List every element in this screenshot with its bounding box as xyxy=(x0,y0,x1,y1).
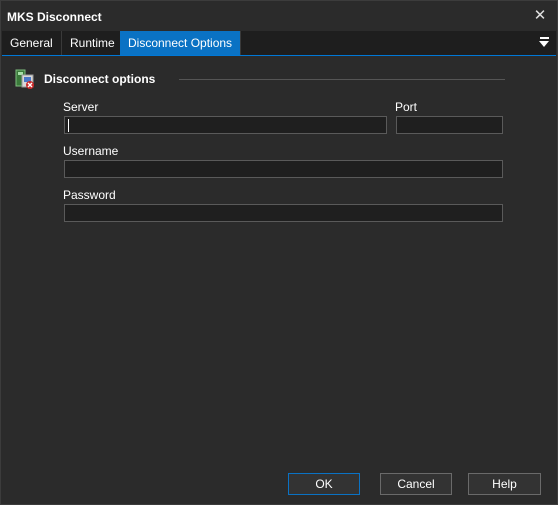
tab-bar: General Runtime Disconnect Options xyxy=(2,31,556,56)
network-disconnect-icon xyxy=(15,69,34,89)
tab-general[interactable]: General xyxy=(2,31,62,55)
ok-button[interactable]: OK xyxy=(288,473,360,495)
password-label: Password xyxy=(63,188,116,202)
server-input[interactable] xyxy=(64,116,387,134)
window-title: MKS Disconnect xyxy=(7,10,102,24)
tab-disconnect-options[interactable]: Disconnect Options xyxy=(120,31,242,55)
help-button[interactable]: Help xyxy=(468,473,541,495)
close-icon[interactable]: ✕ xyxy=(529,6,551,26)
password-input[interactable] xyxy=(64,204,503,222)
dialog-window: MKS Disconnect ✕ General Runtime Disconn… xyxy=(0,0,558,505)
username-input[interactable] xyxy=(64,160,503,178)
title-bar[interactable]: MKS Disconnect ✕ xyxy=(1,1,557,31)
cancel-button[interactable]: Cancel xyxy=(380,473,452,495)
port-label: Port xyxy=(395,100,418,114)
text-caret xyxy=(68,119,69,132)
username-label: Username xyxy=(63,144,119,158)
section-header: Disconnect options xyxy=(15,67,505,91)
port-input[interactable] xyxy=(396,116,503,134)
server-label: Server xyxy=(63,100,99,114)
tab-menu-icon[interactable] xyxy=(538,36,552,50)
tab-runtime[interactable]: Runtime xyxy=(62,31,124,55)
section-divider xyxy=(179,79,505,80)
section-title: Disconnect options xyxy=(44,72,156,86)
